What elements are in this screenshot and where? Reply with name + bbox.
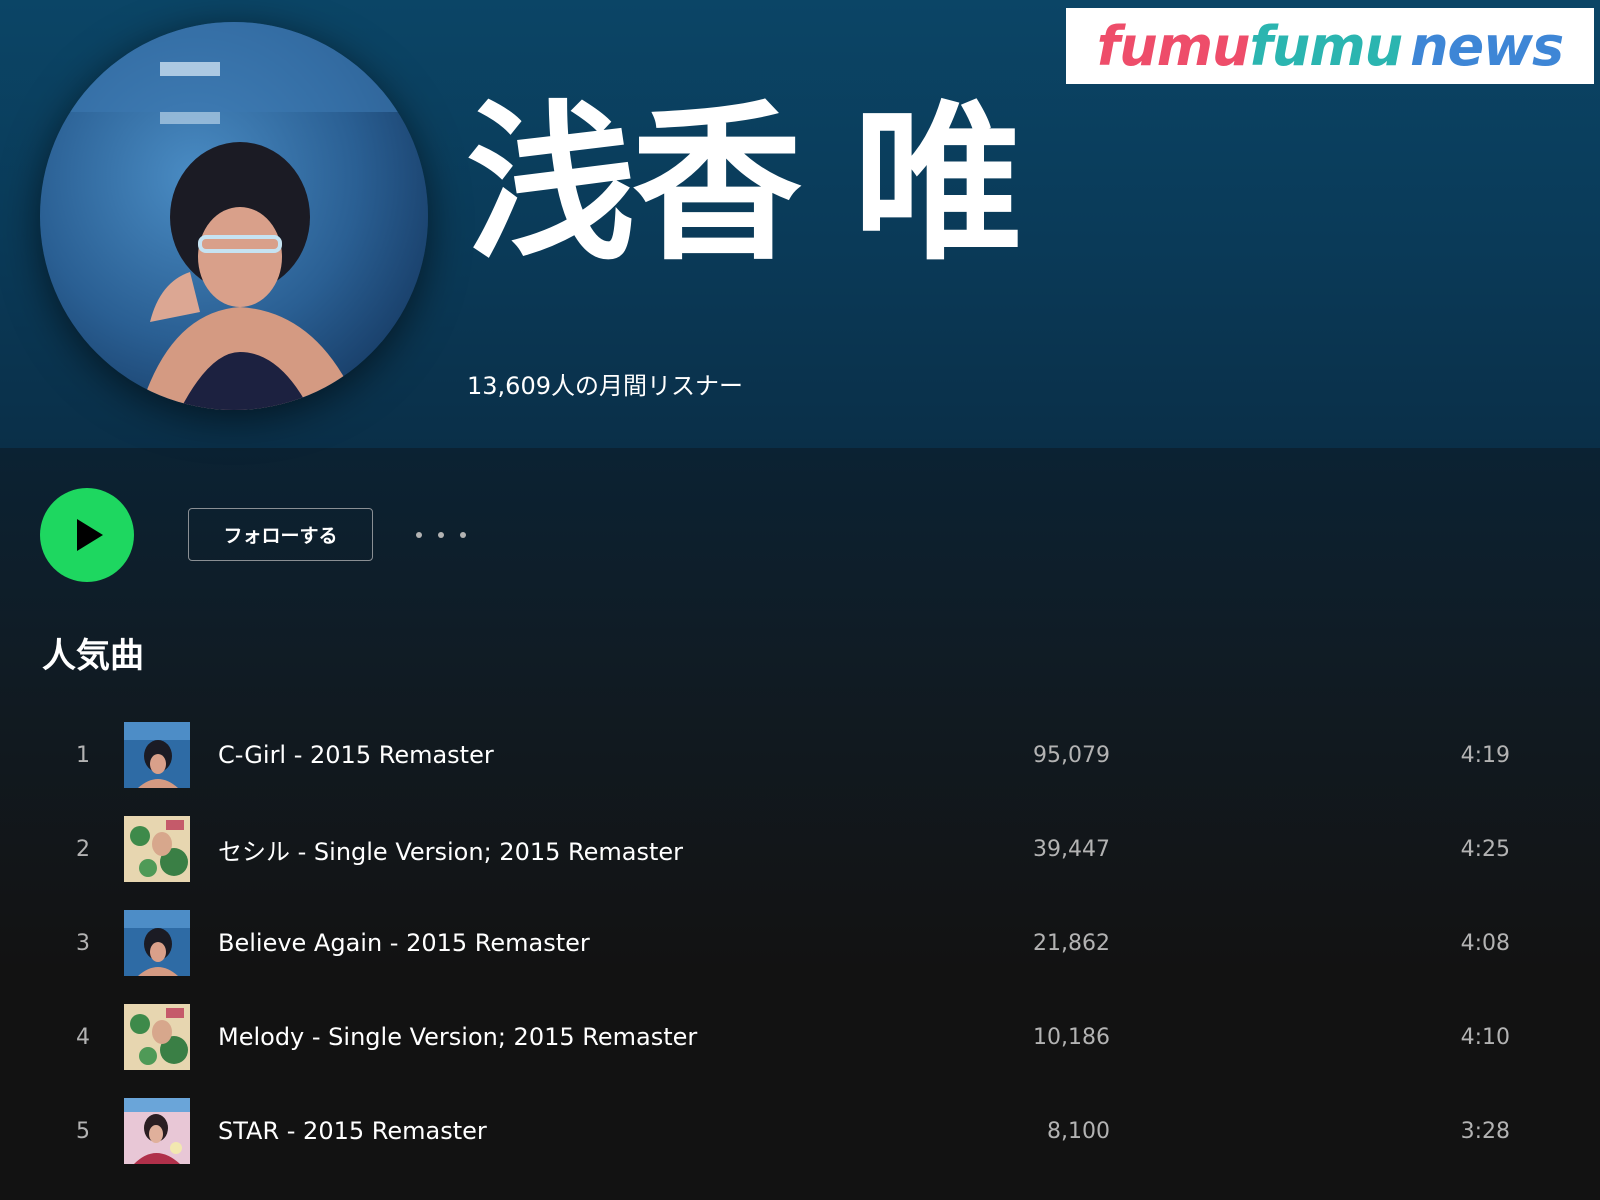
track-play-count: 10,186 — [1033, 1024, 1110, 1050]
track-row[interactable]: 3 Believe Again - 2015 Remaster 21,862 4… — [0, 908, 1600, 1002]
track-row[interactable]: 5 STAR - 2015 Remaster 8,100 3:28 — [0, 1096, 1600, 1190]
track-title[interactable]: Believe Again - 2015 Remaster — [218, 908, 590, 978]
track-album-art — [124, 1098, 190, 1164]
artist-name: 浅香 唯 — [466, 86, 1023, 284]
popular-tracks-heading: 人気曲 — [42, 636, 144, 676]
track-play-count: 95,079 — [1033, 742, 1110, 768]
track-number: 4 — [76, 1024, 90, 1050]
logo-part-3: news — [1410, 14, 1564, 78]
more-options-icon — [438, 532, 444, 538]
logo-part-2: fumu — [1249, 14, 1403, 78]
more-options-icon — [460, 532, 466, 538]
track-duration: 4:10 — [1460, 1024, 1510, 1050]
track-number: 1 — [76, 742, 90, 768]
play-icon — [77, 519, 103, 551]
track-duration: 4:08 — [1460, 930, 1510, 956]
track-row[interactable]: 1 C-Girl - 2015 Remaster 95,079 4:19 — [0, 720, 1600, 814]
track-play-count: 39,447 — [1033, 836, 1110, 862]
track-play-count: 8,100 — [1047, 1118, 1110, 1144]
track-album-art — [124, 722, 190, 788]
track-duration: 4:25 — [1460, 836, 1510, 862]
artist-photo-image — [40, 22, 428, 410]
play-button[interactable] — [40, 488, 134, 582]
more-options-icon — [416, 532, 422, 538]
track-title[interactable]: セシル - Single Version; 2015 Remaster — [218, 814, 683, 884]
track-title[interactable]: Melody - Single Version; 2015 Remaster — [218, 1002, 697, 1072]
fumufumu-news-logo: fumu fumu news — [1066, 8, 1594, 84]
follow-button[interactable]: フォローする — [188, 508, 373, 561]
track-duration: 3:28 — [1460, 1118, 1510, 1144]
track-album-art — [124, 910, 190, 976]
track-album-art — [124, 816, 190, 882]
track-duration: 4:19 — [1460, 742, 1510, 768]
track-title[interactable]: C-Girl - 2015 Remaster — [218, 720, 494, 790]
track-number: 2 — [76, 836, 90, 862]
track-number: 3 — [76, 930, 90, 956]
artist-avatar — [40, 22, 428, 410]
track-number: 5 — [76, 1118, 90, 1144]
monthly-listeners: 13,609人の月間リスナー — [467, 372, 743, 400]
more-options-button[interactable] — [416, 520, 466, 550]
track-row[interactable]: 2 セシル - Single Version; 2015 Remaster 39… — [0, 814, 1600, 908]
logo-part-1: fumu — [1096, 14, 1251, 78]
track-play-count: 21,862 — [1033, 930, 1110, 956]
track-row[interactable]: 4 Melody - Single Version; 2015 Remaster… — [0, 1002, 1600, 1096]
track-title[interactable]: STAR - 2015 Remaster — [218, 1096, 487, 1166]
track-album-art — [124, 1004, 190, 1070]
